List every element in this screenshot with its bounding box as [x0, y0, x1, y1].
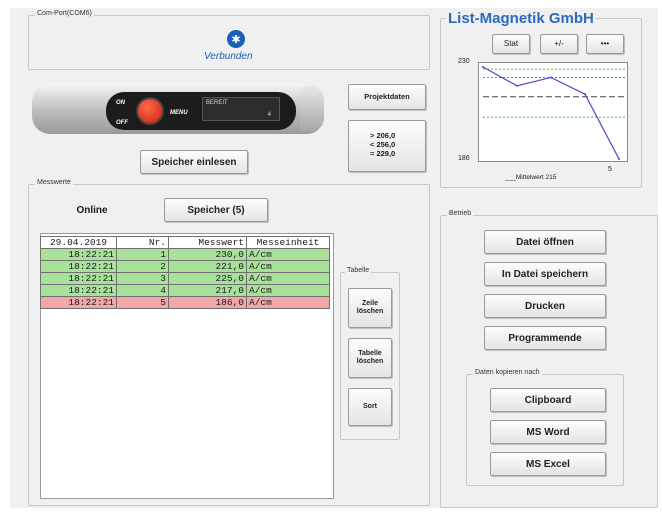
- clipboard-button[interactable]: Clipboard: [490, 388, 606, 412]
- chart-legend: ___Mittelwert 215: [505, 174, 556, 181]
- tabelle-label: Tabelle: [345, 267, 372, 274]
- company-title: List-Magnetik GmbH: [446, 10, 596, 27]
- cell-nr: 1: [116, 248, 169, 261]
- cell-time: 18:22:21: [40, 296, 117, 309]
- header-nr[interactable]: Nr.: [116, 236, 169, 249]
- limit-lower: < 256,0: [370, 140, 396, 149]
- table-header-row: 29.04.2019 Nr. Messwert Messeinheit: [40, 236, 330, 249]
- stat-button[interactable]: Stat: [492, 34, 530, 54]
- limits-text: > 206,0 < 256,0 = 229,0: [370, 131, 395, 158]
- cell-unit: A/cm: [246, 296, 330, 309]
- tabelle-loeschen-button[interactable]: Tabelle löschen: [348, 338, 392, 378]
- cell-unit: A/cm: [246, 284, 330, 297]
- data-point: [584, 93, 586, 96]
- trend-chart: [478, 62, 628, 162]
- device-off-label: OFF: [116, 120, 128, 126]
- ms-excel-button[interactable]: MS Excel: [490, 452, 606, 476]
- cell-value: 221,0: [168, 260, 247, 273]
- zeile-loeschen-button[interactable]: Zeile löschen: [348, 288, 392, 328]
- cell-time: 18:22:21: [40, 272, 117, 285]
- in-datei-speichern-button[interactable]: In Datei speichern: [484, 262, 606, 286]
- limit-mean: = 229,0: [370, 149, 396, 158]
- bluetooth-icon: ✱: [227, 30, 245, 48]
- limit-upper: > 206,0: [370, 131, 396, 140]
- speicher-einlesen-button[interactable]: Speicher einlesen: [140, 150, 248, 174]
- com-port-label: Com-Port(COM6): [35, 10, 94, 17]
- tab-speicher[interactable]: Speicher (5): [164, 198, 268, 222]
- cell-value: 217,0: [168, 284, 247, 297]
- chart-xtick: 5: [608, 166, 612, 173]
- device-on-label: ON: [116, 100, 125, 106]
- kopieren-label: Daten kopieren nach: [473, 369, 542, 376]
- chart-legend-text: Mittelwert 215: [515, 174, 557, 181]
- cell-nr: 3: [116, 272, 169, 285]
- table-row[interactable]: 18:22:21 2 221,0 A/cm: [40, 260, 330, 273]
- header-messwert[interactable]: Messwert: [168, 236, 247, 249]
- device-menu-label: MENU: [170, 110, 188, 116]
- cell-value: 225,0: [168, 272, 247, 285]
- datei-oeffnen-button[interactable]: Datei öffnen: [484, 230, 606, 254]
- legend-dash-icon: ___: [505, 174, 516, 181]
- chart-ytick-top: 230: [458, 58, 470, 65]
- betrieb-label: Betrieb: [447, 210, 474, 217]
- drucken-button[interactable]: Drucken: [484, 294, 606, 318]
- cell-nr: 2: [116, 260, 169, 273]
- trend-chart-svg: [482, 66, 627, 160]
- chart-ytick-bottom: 186: [458, 155, 470, 162]
- table-row[interactable]: 18:22:21 3 225,0 A/cm: [40, 272, 330, 285]
- header-date[interactable]: 29.04.2019: [40, 236, 117, 249]
- cell-unit: A/cm: [246, 260, 330, 273]
- data-point: [550, 76, 552, 79]
- cell-time: 18:22:21: [40, 260, 117, 273]
- data-point: [516, 84, 518, 87]
- sort-button[interactable]: Sort: [348, 388, 392, 426]
- cell-nr: 5: [116, 296, 169, 309]
- cell-value: 230,0: [168, 248, 247, 261]
- cell-value: 186,0: [168, 296, 247, 309]
- table-row[interactable]: 18:22:21 1 230,0 A/cm: [40, 248, 330, 261]
- tabelle-loeschen-label: Tabelle löschen: [356, 350, 384, 365]
- cell-unit: A/cm: [246, 272, 330, 285]
- device-power-button: [136, 97, 164, 125]
- series-line: [482, 66, 620, 160]
- tab-online[interactable]: Online: [40, 198, 144, 222]
- ms-word-button[interactable]: MS Word: [490, 420, 606, 444]
- table-row[interactable]: 18:22:21 5 186,0 A/cm: [40, 296, 330, 309]
- device-display-text: BEREIT: [206, 100, 228, 106]
- data-point: [482, 66, 484, 68]
- device-display: BEREIT 4: [202, 97, 280, 121]
- more-button[interactable]: •••: [586, 34, 624, 54]
- header-messeinheit[interactable]: Messeinheit: [246, 236, 330, 249]
- device-end-cap: [300, 86, 324, 132]
- cell-time: 18:22:21: [40, 284, 117, 297]
- zeile-loeschen-label: Zeile löschen: [356, 300, 384, 315]
- data-point: [618, 158, 620, 160]
- projektdaten-button[interactable]: Projektdaten: [348, 84, 426, 110]
- messwerte-table: 29.04.2019 Nr. Messwert Messeinheit 18:2…: [40, 236, 330, 309]
- cell-time: 18:22:21: [40, 248, 117, 261]
- connection-status: Verbunden: [204, 51, 253, 62]
- device-display-suffix: 4: [267, 112, 271, 118]
- table-row[interactable]: 18:22:21 4 217,0 A/cm: [40, 284, 330, 297]
- plusminus-button[interactable]: +/-: [540, 34, 578, 54]
- cell-unit: A/cm: [246, 248, 330, 261]
- cell-nr: 4: [116, 284, 169, 297]
- messwerte-label: Messwerte: [35, 179, 73, 186]
- programmende-button[interactable]: Programmende: [484, 326, 606, 350]
